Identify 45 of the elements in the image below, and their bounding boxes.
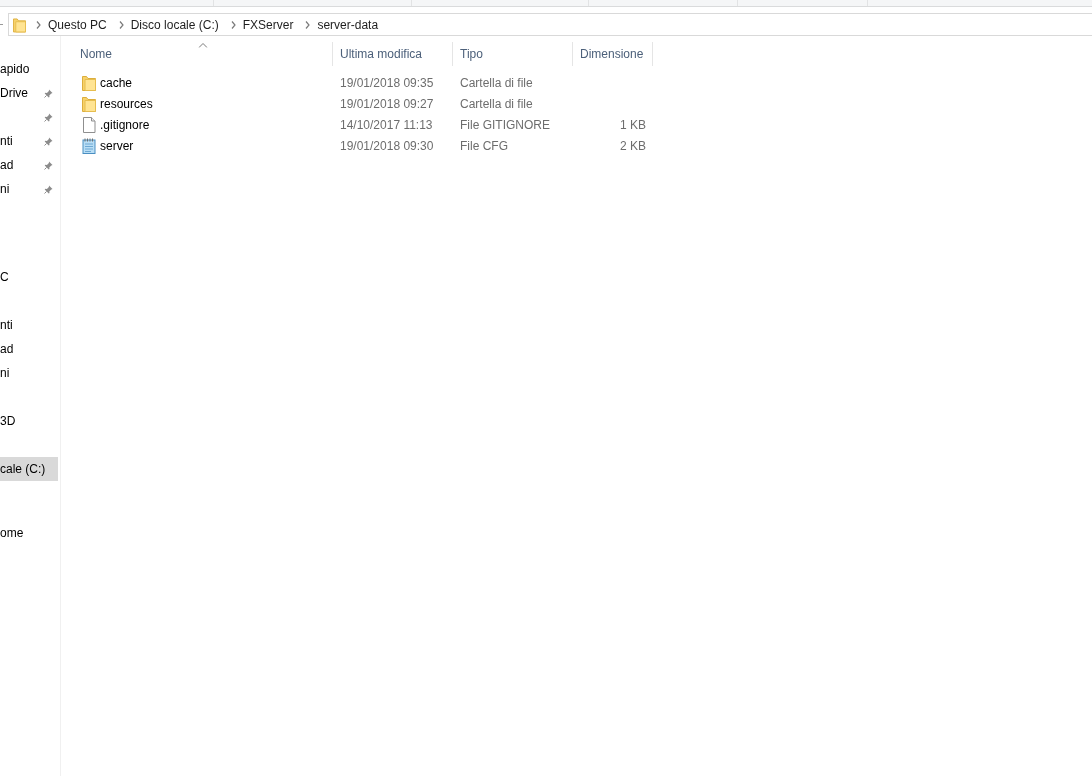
nav-item[interactable]: apido — [0, 57, 58, 81]
nav-item[interactable]: ome — [0, 521, 58, 545]
breadcrumb-link[interactable]: Disco locale (C:) — [130, 15, 219, 34]
document-icon — [82, 116, 96, 133]
nav-item[interactable]: nti — [0, 129, 58, 153]
date-cell-text: 19/01/2018 09:35 — [339, 74, 435, 92]
dash-icon — [0, 24, 3, 25]
chevron-right-icon — [305, 20, 311, 29]
type-cell-text: File GITIGNORE — [459, 116, 551, 134]
size-cell-text: 1 KB — [619, 116, 647, 134]
breadcrumb-link[interactable]: server-data — [317, 15, 379, 34]
size-cell-text: 2 KB — [619, 137, 647, 155]
nav-item[interactable]: ad — [0, 337, 58, 361]
date-cell-text: 14/10/2017 11:13 — [339, 116, 434, 134]
date-cell-text: 19/01/2018 09:27 — [339, 95, 435, 113]
breadcrumb-link[interactable]: Questo PC — [48, 15, 107, 34]
folder-icon — [82, 74, 96, 91]
chevron-right-icon — [118, 20, 124, 29]
type-cell-text: Cartella di file — [459, 95, 534, 113]
date-cell-text: 19/01/2018 09:30 — [339, 137, 435, 155]
nav-item[interactable]: ni — [0, 177, 58, 201]
file-item[interactable]: cache — [73, 72, 333, 93]
nav-item[interactable]: ad — [0, 153, 58, 177]
address-bar[interactable]: Questo PC Disco locale (C:) FXServer server-data — [8, 13, 1092, 36]
folder-icon — [13, 16, 26, 33]
file-item[interactable]: server — [73, 135, 333, 156]
type-cell-text: Cartella di file — [459, 74, 534, 92]
column-header[interactable]: Nome — [73, 42, 333, 66]
file-item[interactable]: resources — [73, 93, 333, 114]
breadcrumb-link[interactable]: FXServer — [242, 15, 294, 34]
column-header[interactable]: Dimensione — [573, 42, 653, 66]
nav-item[interactable]: cale (C:) — [0, 457, 58, 481]
folder-icon — [82, 95, 96, 112]
nav-item[interactable]: C — [0, 265, 58, 289]
nav-item[interactable]: ni — [0, 361, 58, 385]
type-cell-text: File CFG — [459, 137, 509, 155]
nav-item[interactable]: 3D — [0, 409, 58, 433]
chevron-right-icon — [36, 20, 41, 29]
file-item[interactable]: .gitignore — [73, 114, 333, 135]
column-header[interactable]: Ultima modifica — [333, 42, 453, 66]
nav-item[interactable]: Drive — [0, 81, 58, 105]
chevron-right-icon — [230, 20, 236, 29]
nav-item[interactable]: nti — [0, 313, 58, 337]
notepad-icon — [82, 137, 96, 154]
column-header[interactable]: Tipo — [453, 42, 573, 66]
